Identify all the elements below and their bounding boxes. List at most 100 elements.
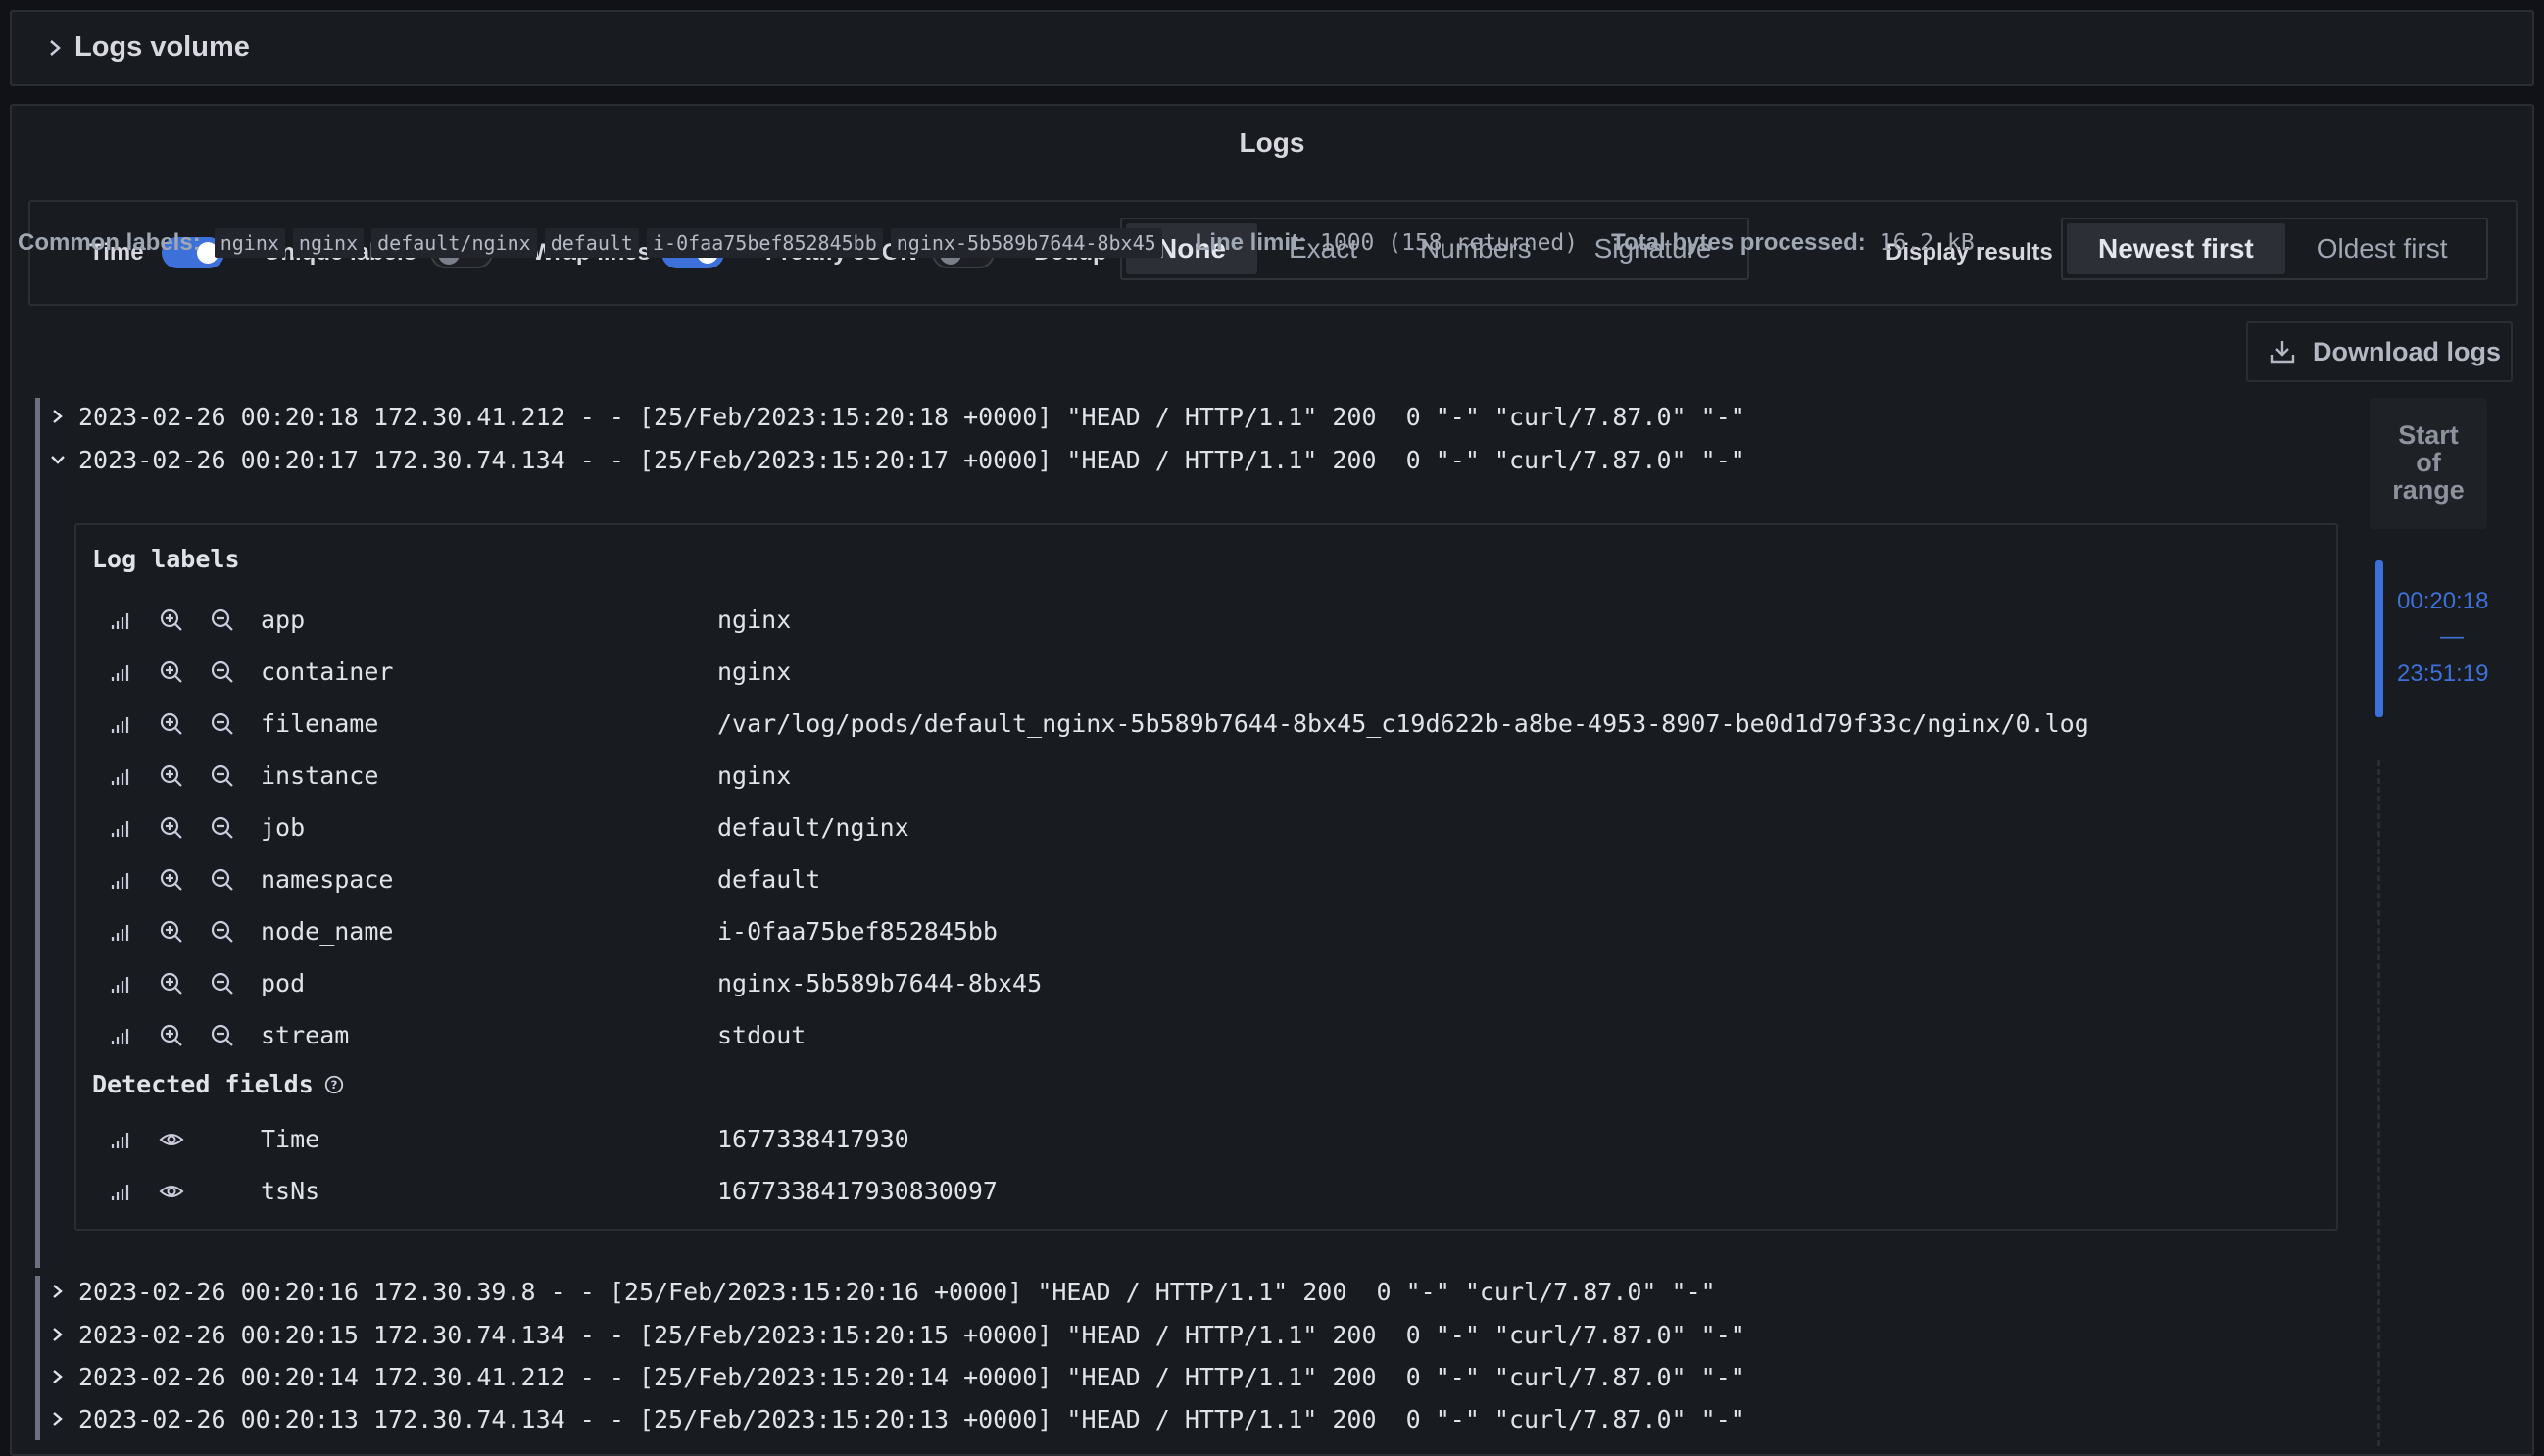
log-row[interactable]: 2023-02-26 00:20:15 172.30.74.134 - - [2… xyxy=(35,1315,1745,1354)
range-label-line: range xyxy=(2392,475,2465,505)
oldest-first-button[interactable]: Oldest first xyxy=(2285,223,2479,274)
logs-volume-panel[interactable]: Logs volume xyxy=(10,10,2534,86)
log-row[interactable]: 2023-02-26 00:20:14 172.30.41.212 - - [2… xyxy=(35,1357,1745,1396)
chevron-right-icon[interactable] xyxy=(47,1323,69,1346)
ad-hoc-stats-icon[interactable] xyxy=(108,1179,133,1204)
ad-hoc-stats-icon[interactable] xyxy=(108,607,133,633)
download-logs-label: Download logs xyxy=(2313,336,2501,366)
total-bytes-key: Total bytes processed: xyxy=(1611,229,1866,256)
filter-out-value-icon[interactable] xyxy=(210,971,235,996)
chevron-right-icon[interactable] xyxy=(47,405,69,428)
range-marker[interactable] xyxy=(2375,560,2383,717)
filter-for-value-icon[interactable] xyxy=(159,815,184,841)
logs-volume-title[interactable]: Logs volume xyxy=(74,31,250,64)
detail-key: Time xyxy=(261,1125,320,1153)
filter-out-value-icon[interactable] xyxy=(210,711,235,737)
filter-out-value-icon[interactable] xyxy=(210,659,235,685)
filter-for-value-icon[interactable] xyxy=(159,867,184,893)
detail-value: 1677338417930830097 xyxy=(717,1177,998,1205)
log-level-bar xyxy=(35,398,40,1268)
detail-key: node_name xyxy=(261,917,394,946)
filter-for-value-icon[interactable] xyxy=(159,919,184,945)
ad-hoc-stats-icon[interactable] xyxy=(108,711,133,737)
toggle-field-visibility-icon[interactable] xyxy=(159,1127,184,1152)
detail-value: default xyxy=(717,865,821,894)
line-limit-key: Line limit: xyxy=(1195,229,1307,256)
ad-hoc-stats-icon[interactable] xyxy=(108,971,133,996)
toggle-field-visibility-icon[interactable] xyxy=(159,1179,184,1204)
detail-value: nginx xyxy=(717,657,792,686)
line-limit-value: 1000 (158 returned) xyxy=(1320,230,1579,256)
log-row[interactable]: 2023-02-26 00:20:18 172.30.41.212 - - [2… xyxy=(35,397,1745,436)
detail-row: tsNs 1677338417930830097 xyxy=(76,1169,2336,1212)
range-track xyxy=(2377,760,2383,1446)
common-label-chip: nginx xyxy=(292,228,365,258)
chevron-right-icon[interactable] xyxy=(47,1280,69,1303)
detail-row: stream stdout xyxy=(76,1013,2336,1056)
ad-hoc-stats-icon[interactable] xyxy=(108,815,133,841)
common-label-chip: i-0faa75bef852845bb xyxy=(646,228,883,258)
detail-row: node_name i-0faa75bef852845bb xyxy=(76,909,2336,952)
filter-out-value-icon[interactable] xyxy=(210,815,235,841)
log-row[interactable]: 2023-02-26 00:20:16 172.30.39.8 - - [25/… xyxy=(35,1272,1716,1311)
log-row[interactable]: 2023-02-26 00:20:13 172.30.74.134 - - [2… xyxy=(35,1399,1745,1438)
filter-for-value-icon[interactable] xyxy=(159,1023,184,1048)
detail-row: Time 1677338417930 xyxy=(76,1117,2336,1160)
start-of-range-button[interactable]: Start of range xyxy=(2370,398,2487,529)
filter-out-value-icon[interactable] xyxy=(210,763,235,789)
ad-hoc-stats-icon[interactable] xyxy=(108,1127,133,1152)
log-row-expanded[interactable]: 2023-02-26 00:20:17 172.30.74.134 - - [2… xyxy=(35,440,1745,479)
detail-value: i-0faa75bef852845bb xyxy=(717,917,998,946)
detail-key: tsNs xyxy=(261,1177,320,1205)
detail-value: nginx xyxy=(717,606,792,634)
log-labels-title: Log labels xyxy=(92,545,240,573)
log-row-text: 2023-02-26 00:20:15 172.30.74.134 - - [2… xyxy=(78,1320,1745,1349)
range-label-line: of xyxy=(2416,448,2441,477)
detail-key: job xyxy=(261,813,306,842)
detail-row: container nginx xyxy=(76,650,2336,693)
download-logs-button[interactable]: Download logs xyxy=(2246,321,2513,382)
filter-for-value-icon[interactable] xyxy=(159,659,184,685)
detected-fields-title: Detected fields ? xyxy=(92,1070,345,1098)
display-results-selector: Newest first Oldest first xyxy=(2061,218,2488,280)
filter-for-value-icon[interactable] xyxy=(159,711,184,737)
detail-value: stdout xyxy=(717,1021,807,1049)
range-label-line: Start xyxy=(2398,420,2459,450)
detail-key: namespace xyxy=(261,865,394,894)
filter-for-value-icon[interactable] xyxy=(159,607,184,633)
ad-hoc-stats-icon[interactable] xyxy=(108,867,133,893)
common-label-chip: nginx xyxy=(214,228,285,258)
ad-hoc-stats-icon[interactable] xyxy=(108,1023,133,1048)
log-row-text: 2023-02-26 00:20:17 172.30.74.134 - - [2… xyxy=(78,445,1745,474)
detail-key: stream xyxy=(261,1021,350,1049)
filter-out-value-icon[interactable] xyxy=(210,607,235,633)
detail-row: instance nginx xyxy=(76,753,2336,797)
filter-for-value-icon[interactable] xyxy=(159,763,184,789)
common-label-chip: nginx-5b589b7644-8bx45 xyxy=(890,228,1162,258)
chevron-right-icon[interactable] xyxy=(47,1365,69,1388)
newest-first-button[interactable]: Newest first xyxy=(2067,223,2285,274)
detail-key: pod xyxy=(261,969,306,997)
info-icon[interactable]: ? xyxy=(323,1074,345,1095)
svg-text:?: ? xyxy=(330,1078,337,1092)
filter-out-value-icon[interactable] xyxy=(210,867,235,893)
download-icon xyxy=(2270,341,2295,364)
chevron-down-icon[interactable] xyxy=(47,448,69,471)
detail-value: default/nginx xyxy=(717,813,909,842)
detail-value: 1677338417930 xyxy=(717,1125,909,1153)
filter-out-value-icon[interactable] xyxy=(210,1023,235,1048)
chevron-right-icon[interactable] xyxy=(47,1407,69,1431)
chevron-right-icon[interactable] xyxy=(43,33,69,63)
filter-out-value-icon[interactable] xyxy=(210,919,235,945)
ad-hoc-stats-icon[interactable] xyxy=(108,763,133,789)
range-separator: — xyxy=(2440,623,2464,650)
common-labels-key: Common labels: xyxy=(18,229,201,256)
detected-fields-title-text: Detected fields xyxy=(92,1070,314,1098)
detail-value: nginx xyxy=(717,761,792,790)
ad-hoc-stats-icon[interactable] xyxy=(108,659,133,685)
filter-for-value-icon[interactable] xyxy=(159,971,184,996)
ad-hoc-stats-icon[interactable] xyxy=(108,919,133,945)
detail-row: job default/nginx xyxy=(76,805,2336,849)
detail-value: nginx-5b589b7644-8bx45 xyxy=(717,969,1043,997)
detail-row: pod nginx-5b589b7644-8bx45 xyxy=(76,961,2336,1004)
